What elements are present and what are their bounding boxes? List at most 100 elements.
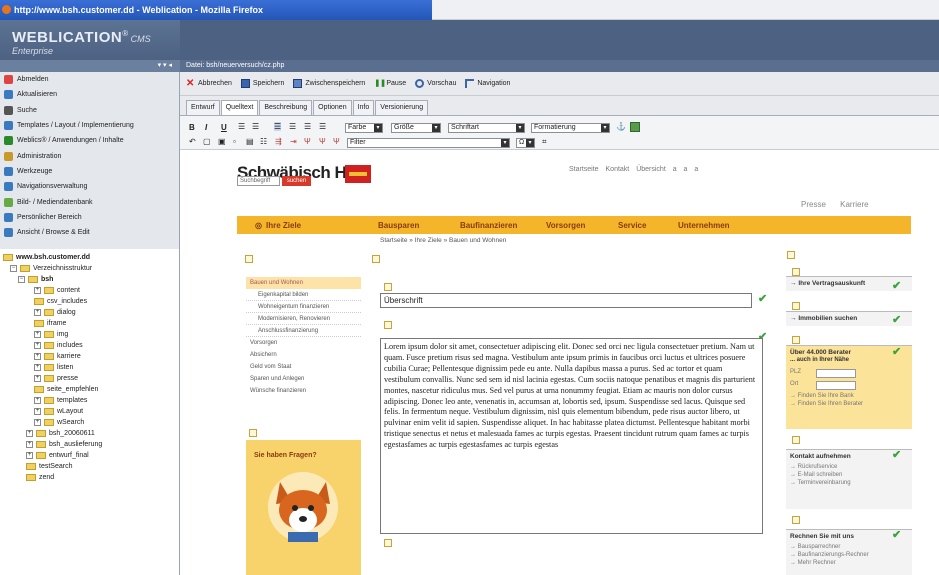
nav-item[interactable]: Suche [0, 103, 179, 118]
tree-folder[interactable]: zend [26, 472, 54, 483]
expand-icon[interactable]: + [34, 397, 41, 404]
site-nav-item[interactable]: Vorsorgen [246, 337, 361, 349]
nav-item[interactable]: Bild- / Mediendatenbank [0, 194, 179, 209]
cell-icon[interactable]: ▫ [233, 137, 236, 146]
tree-folder[interactable]: seite_empfehlen [34, 384, 98, 395]
insert-row-icon[interactable]: ▤ [246, 137, 254, 146]
expand-icon[interactable]: + [26, 441, 33, 448]
merge-icon[interactable]: Ψ [304, 137, 311, 146]
edit-marker-icon[interactable] [792, 336, 800, 344]
edit-marker-icon[interactable] [384, 321, 392, 329]
menu-item-bausparen[interactable]: Bausparen [378, 221, 460, 230]
menu-item-baufinanzieren[interactable]: Baufinanzieren [460, 221, 546, 230]
edit-marker-icon[interactable] [792, 436, 800, 444]
format-select[interactable]: Formatierung ▾ [531, 123, 610, 133]
special-char-select[interactable]: Ω ▾ [516, 138, 535, 148]
expand-icon[interactable]: + [26, 430, 33, 437]
nav-item[interactable]: Aktualisieren [0, 87, 179, 102]
nav-item[interactable]: Abmelden [0, 72, 179, 87]
tree-folder[interactable]: + templates [34, 395, 87, 406]
nav-item[interactable]: Templates / Layout / Implementierung [0, 118, 179, 133]
edit-marker-icon[interactable] [384, 539, 392, 547]
more-calculators-link[interactable]: → Mehr Rechner [786, 559, 912, 567]
tree-folder[interactable]: + wLayout [34, 406, 83, 417]
appointment-link[interactable]: → Terminvereinbarung [786, 479, 912, 487]
edit-marker-icon[interactable] [372, 255, 380, 263]
headline-field[interactable]: Überschrift [380, 293, 752, 308]
menu-item-unternehmen[interactable]: Unternehmen [678, 221, 758, 230]
callback-link[interactable]: → Rückrufservice [786, 463, 912, 471]
site-nav-item[interactable]: Absichern [246, 349, 361, 361]
site-top-links[interactable]: Startseite Kontakt Übersicht a a a [569, 166, 698, 173]
nav-item[interactable]: Administration [0, 148, 179, 163]
justify-icon[interactable]: ☰ [319, 122, 326, 131]
tree-folder[interactable]: + includes [34, 340, 83, 351]
expand-icon[interactable]: + [34, 364, 41, 371]
menu-item-ziele[interactable]: Ihre Ziele [266, 221, 378, 230]
body-text-editor[interactable]: Lorem ipsum dolor sit amet, consectetuer… [380, 338, 763, 534]
expand-icon[interactable]: + [34, 342, 41, 349]
nav-item[interactable]: Persönlicher Bereich [0, 210, 179, 225]
city-input[interactable] [816, 381, 856, 390]
edit-marker-icon[interactable] [792, 302, 800, 310]
tree-folder[interactable]: − bsh [18, 274, 53, 285]
tab-description[interactable]: Beschreibung [259, 100, 313, 115]
find-bank-link[interactable]: → Finden Sie Ihre Bank [786, 392, 912, 400]
site-nav-item[interactable]: Bauen und Wohnen [246, 277, 361, 289]
menu-item-service[interactable]: Service [618, 221, 678, 230]
site-nav-item[interactable]: Anschlussfinanzierung [246, 325, 361, 337]
bauspar-calculator-link[interactable]: → Bausparrechner [786, 543, 912, 551]
underline-button[interactable]: U [221, 123, 227, 132]
intermediate-save-button[interactable]: Zwischenspeichern [293, 79, 365, 88]
site-nav-item[interactable]: Modernisieren, Renovieren [246, 313, 361, 325]
tree-folder[interactable]: + bsh_20060611 [26, 428, 95, 439]
image-icon[interactable] [630, 122, 640, 132]
tree-folder[interactable]: csv_includes [34, 296, 87, 307]
zip-input[interactable] [816, 369, 856, 378]
tab-draft[interactable]: Entwurf [186, 100, 220, 115]
expand-icon[interactable]: + [34, 375, 41, 382]
site-search-button[interactable]: suchen [282, 176, 311, 186]
expand-icon[interactable]: + [34, 419, 41, 426]
edit-marker-icon[interactable] [249, 429, 257, 437]
site-search-input[interactable]: Suchbegriff [237, 176, 280, 186]
save-button[interactable]: Speichern [240, 79, 284, 88]
nav-item[interactable]: Werkzeuge [0, 164, 179, 179]
tree-structure[interactable]: − Verzeichnisstruktur [10, 263, 92, 274]
filter-select[interactable]: Filter ▾ [347, 138, 510, 148]
nav-item[interactable]: Navigationsverwaltung [0, 179, 179, 194]
finance-calculator-link[interactable]: → Baufinanzierungs-Rechner [786, 551, 912, 559]
size-select[interactable]: Größe ▾ [391, 123, 441, 133]
code-icon[interactable]: ⌗ [542, 137, 547, 147]
site-nav-item[interactable]: Eigenkapital bilden [246, 289, 361, 301]
site-nav-item[interactable]: Wohneigentum finanzieren [246, 301, 361, 313]
align-left-icon[interactable]: ☰ [274, 122, 282, 131]
table-icon[interactable]: ▢ [203, 137, 211, 146]
unordered-list-icon[interactable]: ☰ [252, 122, 259, 131]
edit-marker-icon[interactable] [384, 283, 392, 291]
italic-button[interactable]: I [205, 123, 207, 132]
tab-versioning[interactable]: Versionierung [375, 100, 429, 115]
site-nav-item[interactable]: Wünsche finanzieren [246, 385, 361, 397]
tree-folder[interactable]: + karriere [34, 351, 81, 362]
expand-icon[interactable]: + [34, 353, 41, 360]
collapse-icon[interactable]: − [18, 276, 25, 283]
align-right-icon[interactable]: ☰ [304, 122, 311, 131]
tab-source[interactable]: Quelltext [220, 100, 259, 115]
anchor-icon[interactable]: ⚓ [616, 122, 626, 131]
tree-folder[interactable]: + content [34, 285, 80, 296]
expand-icon[interactable]: + [34, 287, 41, 294]
delete-col-icon[interactable]: ⇥ [290, 137, 297, 146]
tab-info[interactable]: Info [352, 100, 375, 115]
tree-folder[interactable]: + presse [34, 373, 78, 384]
ordered-list-icon[interactable]: ☰ [238, 122, 245, 131]
pause-button[interactable]: ❚❚ Pause [374, 79, 406, 88]
collapse-icon[interactable]: − [10, 265, 17, 272]
delete-row-icon[interactable]: ☷ [260, 137, 267, 146]
tree-folder[interactable]: + dialog [34, 307, 76, 318]
expand-icon[interactable]: + [34, 408, 41, 415]
table-props-icon[interactable]: ▣ [218, 137, 226, 146]
undo-icon[interactable]: ↶ [189, 137, 196, 146]
tree-folder[interactable]: + entwurf_final [26, 450, 89, 461]
align-center-icon[interactable]: ☰ [289, 122, 296, 131]
